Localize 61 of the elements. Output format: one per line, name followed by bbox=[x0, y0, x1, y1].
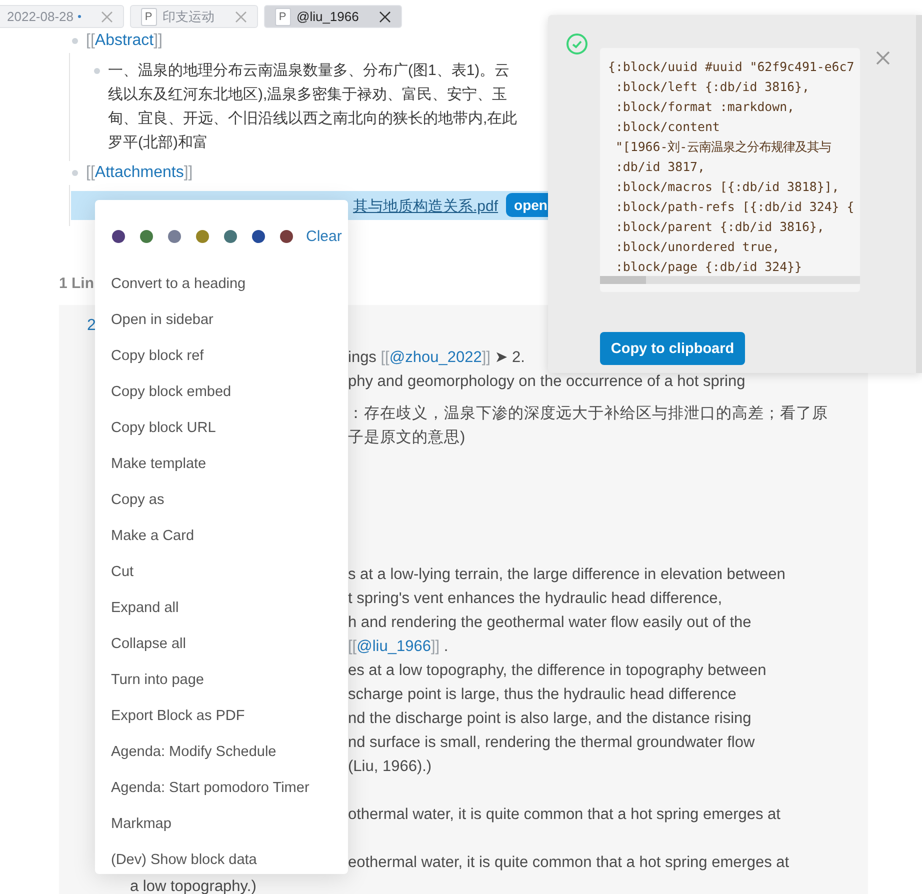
tab-label: 2022-08-28 bbox=[7, 9, 74, 24]
menu-item[interactable]: Agenda: Start pomodoro Timer bbox=[95, 776, 348, 812]
reference-text: scharge point is large, thus the hydraulic head difference bbox=[348, 685, 738, 705]
menu-item[interactable]: Copy as bbox=[95, 488, 348, 524]
reference-text: nd surface is small, rendering the thermal groundwater flow bbox=[348, 733, 756, 753]
page-tab[interactable]: P @liu_1966 bbox=[264, 5, 402, 28]
reference-text: es at a low topography, the difference in topography between bbox=[348, 661, 768, 681]
copy-button[interactable]: Copy to clipboard bbox=[600, 332, 745, 365]
menu-item[interactable]: Turn into page bbox=[95, 668, 348, 704]
code-block: {:block/uuid #uuid "62f9c491-e6c7 :block/left {:db/id 3816}, :block/format :markdown, :block/content "[1966-刘-云南温泉之分布规律及其与 :db/id 3817, :block/macros [{:db/id 3818}], :block/path-refs [{:db/id 324} { :block/parent {:db/id 3816}, :block/unordered true, :block/page {:db/id 324}} bbox=[600, 48, 860, 292]
page-ref-link[interactable]: @liu_1966 bbox=[356, 638, 431, 655]
menu-item[interactable]: Convert to a heading bbox=[95, 272, 348, 308]
reference-text: phy and geomorphology on the occurrence of a hot spring bbox=[348, 372, 746, 392]
reference-text: nd the discharge point is also large, and the distance rising bbox=[348, 709, 752, 729]
reference-text: (Liu, 1966).) bbox=[348, 757, 433, 777]
reference-text: a low topography.) bbox=[129, 877, 258, 894]
reference-text: t spring's vent enhances the hydraulic head difference, bbox=[348, 589, 724, 609]
color-swatch[interactable] bbox=[112, 230, 125, 242]
block-text: 线以东及红河东北地区),温泉多密集于禄劝、富民、安宁、玉 bbox=[108, 85, 508, 105]
color-swatch[interactable] bbox=[168, 230, 181, 242]
menu-item[interactable]: Copy block URL bbox=[95, 416, 348, 452]
pdf-link[interactable]: 其与地质构造关系.pdf bbox=[353, 197, 498, 216]
clear-link[interactable]: Clear bbox=[306, 228, 342, 244]
scrollbar[interactable] bbox=[600, 276, 860, 284]
block-text: 一、温泉的地理分布云南温泉数量多、分布广(图1、表1)。云 bbox=[108, 61, 511, 81]
linked-references-heading: 1 Lin bbox=[59, 275, 94, 294]
menu-item[interactable]: Make a Card bbox=[95, 524, 348, 560]
color-swatch[interactable] bbox=[252, 230, 265, 242]
reference-text: 子是原文的意思) bbox=[348, 428, 466, 448]
page-ref-link[interactable]: @zhou_2022 bbox=[389, 349, 482, 366]
color-swatch[interactable] bbox=[224, 230, 237, 242]
page-icon: P bbox=[140, 8, 156, 26]
page-tab[interactable]: P 印支运动 bbox=[130, 5, 258, 28]
tab-label: 印支运动 bbox=[162, 8, 214, 26]
reference-text: [[@liu_1966]] . bbox=[348, 637, 450, 657]
reference-text: eothermal water, it is quite common that a hot spring emerges at bbox=[348, 853, 790, 873]
close-icon[interactable] bbox=[378, 10, 391, 22]
page-ref-link[interactable]: [[Abstract]] bbox=[86, 32, 162, 50]
menu-item[interactable]: Copy block embed bbox=[95, 380, 348, 416]
color-swatch[interactable] bbox=[196, 230, 209, 242]
reference-text: othermal water, it is quite common that a hot spring emerges at bbox=[348, 805, 782, 825]
menu-item[interactable]: Open in sidebar bbox=[95, 308, 348, 344]
page-ref-link[interactable]: [[Attachments]] bbox=[86, 164, 193, 182]
block-text: 甸、宜良、开远、个旧沿线以西之南北向的狭长的地带内,在此 bbox=[108, 109, 518, 129]
menu-item[interactable]: Copy block ref bbox=[95, 344, 348, 380]
menu-item[interactable]: Expand all bbox=[95, 596, 348, 632]
reference-text: s at a low-lying terrain, the large difference in elevation between bbox=[348, 565, 786, 585]
menu-item[interactable]: Agenda: Modify Schedule bbox=[95, 740, 348, 776]
color-swatch[interactable] bbox=[280, 230, 293, 242]
reference-text: ：存在歧义，温泉下渗的深度远大于补给区与排泄口的高差；看了原 bbox=[348, 404, 829, 424]
block-text: 罗平(北部)和富 bbox=[108, 133, 209, 153]
menu-item[interactable]: Export Block as PDF bbox=[95, 704, 348, 740]
menu-item[interactable]: Make template bbox=[95, 452, 348, 488]
color-swatch[interactable] bbox=[140, 230, 153, 242]
menu-item[interactable]: Markmap bbox=[95, 812, 348, 848]
page-icon: P bbox=[274, 8, 290, 26]
menu-item[interactable]: Cut bbox=[95, 560, 348, 596]
success-check-icon bbox=[566, 33, 588, 55]
tab-label: @liu_1966 bbox=[296, 9, 359, 24]
reference-text: h and rendering the geothermal water flow easily out of the bbox=[348, 613, 752, 633]
menu-item[interactable]: Collapse all bbox=[95, 632, 348, 668]
